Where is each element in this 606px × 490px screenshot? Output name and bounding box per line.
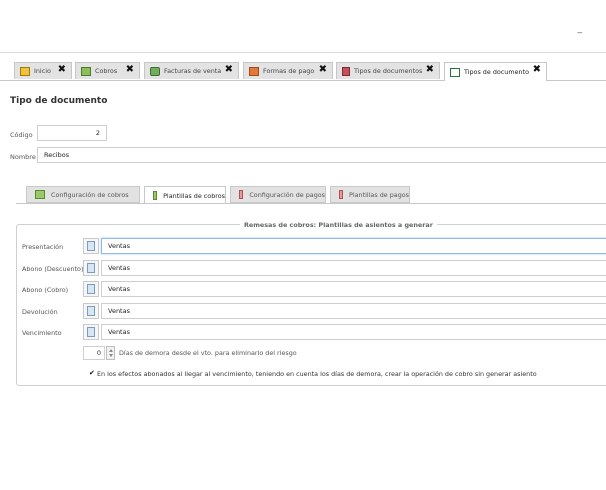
presentacion-label: Presentación bbox=[22, 243, 64, 251]
tab-label: Cobros bbox=[95, 67, 118, 75]
configuracion-pagos-icon bbox=[239, 190, 244, 199]
close-icon[interactable]: ✖ bbox=[426, 64, 434, 75]
tab-label: Inicio bbox=[34, 67, 51, 75]
fieldset-legend: Remesas de cobros: Plantillas de asiento… bbox=[240, 221, 437, 229]
abono-cobro-input[interactable]: Ventas bbox=[101, 281, 606, 297]
page-title: Tipo de documento bbox=[10, 96, 108, 106]
vencimiento-lookup-button[interactable] bbox=[83, 324, 99, 340]
tab-bar: Inicio ✖ Cobros ✖ Facturas de venta ✖ Fo… bbox=[0, 62, 606, 81]
subtab-label: Configuración de cobros bbox=[51, 190, 129, 199]
abono-descuento-lookup-button[interactable] bbox=[83, 260, 99, 276]
devolucion-input[interactable]: Ventas bbox=[101, 303, 606, 319]
tab-tipos-documentos[interactable]: Tipos de documentos ✖ bbox=[336, 62, 440, 79]
dias-demora-spinner[interactable] bbox=[106, 346, 115, 360]
tab-inicio[interactable]: Inicio ✖ bbox=[14, 62, 72, 79]
tipos-documentos-icon bbox=[342, 66, 350, 76]
devolucion-label: Devolución bbox=[22, 308, 58, 316]
formas-pago-icon bbox=[249, 66, 259, 76]
tab-label: Tipos de documentos bbox=[354, 67, 423, 75]
presentacion-lookup-button[interactable] bbox=[83, 238, 99, 254]
tab-label: Formas de pago bbox=[263, 67, 315, 75]
close-icon[interactable]: ✖ bbox=[319, 64, 327, 75]
close-icon[interactable]: ✖ bbox=[58, 64, 66, 75]
tab-cobros[interactable]: Cobros ✖ bbox=[75, 62, 140, 79]
dias-demora-label: Días de demora desde el vto. para elimin… bbox=[119, 349, 297, 357]
cobros-icon bbox=[81, 66, 91, 76]
tab-facturas-venta[interactable]: Facturas de venta ✖ bbox=[144, 62, 239, 79]
document-icon bbox=[87, 263, 95, 273]
codigo-label: Código bbox=[10, 131, 33, 139]
configuracion-cobros-icon bbox=[35, 190, 45, 199]
vencimiento-label: Vencimiento bbox=[22, 329, 62, 337]
window-icon bbox=[450, 67, 460, 77]
nombre-input[interactable]: Recibos bbox=[37, 147, 606, 163]
abono-descuento-input[interactable]: Ventas bbox=[101, 260, 606, 276]
nombre-label: Nombre bbox=[10, 153, 36, 161]
close-icon[interactable]: ✖ bbox=[126, 64, 134, 75]
presentacion-input[interactable]: Ventas bbox=[101, 238, 606, 254]
abono-descuento-label: Abono (Descuento) bbox=[22, 265, 84, 273]
spinner-up-icon[interactable] bbox=[109, 349, 113, 352]
facturas-icon bbox=[150, 66, 160, 76]
tab-label: Facturas de venta bbox=[164, 67, 222, 75]
subtab-label: Plantillas de cobros bbox=[163, 191, 225, 200]
subtab-plantillas-pagos[interactable]: Plantillas de pagos bbox=[330, 186, 410, 203]
minimize-button[interactable]: _ bbox=[578, 24, 583, 34]
document-icon bbox=[87, 327, 95, 337]
crear-cobro-checkbox-label[interactable]: En los efectos abonados al llegar al ven… bbox=[97, 370, 537, 378]
subtab-configuracion-pagos[interactable]: Configuración de pagos bbox=[230, 186, 326, 203]
tab-formas-pago[interactable]: Formas de pago ✖ bbox=[243, 62, 333, 79]
plantillas-cobros-icon bbox=[153, 191, 158, 200]
dias-demora-input[interactable]: 0 bbox=[83, 346, 105, 360]
subtab-configuracion-cobros[interactable]: Configuración de cobros bbox=[26, 186, 140, 203]
plantillas-pagos-icon bbox=[339, 190, 343, 199]
subtab-label: Plantillas de pagos bbox=[349, 190, 409, 199]
document-icon bbox=[87, 284, 95, 294]
top-bar: _ bbox=[0, 0, 606, 53]
abono-cobro-lookup-button[interactable] bbox=[83, 281, 99, 297]
abono-cobro-label: Abono (Cobro) bbox=[22, 286, 69, 294]
codigo-input[interactable]: 2 bbox=[37, 125, 107, 141]
spinner-down-icon[interactable] bbox=[109, 354, 113, 357]
home-icon bbox=[20, 66, 30, 76]
tab-tipos-documento[interactable]: Tipos de documento ✖ bbox=[444, 62, 547, 81]
document-icon bbox=[87, 306, 95, 316]
close-icon[interactable]: ✖ bbox=[225, 64, 233, 75]
subtab-plantillas-cobros[interactable]: Plantillas de cobros bbox=[144, 186, 226, 204]
tab-label: Tipos de documento bbox=[464, 68, 529, 76]
vencimiento-input[interactable]: Ventas bbox=[101, 324, 606, 340]
checkmark-icon[interactable]: ✔ bbox=[89, 369, 95, 377]
document-icon bbox=[87, 241, 95, 251]
subtab-label: Configuración de pagos bbox=[249, 190, 325, 199]
close-icon[interactable]: ✖ bbox=[533, 64, 541, 75]
devolucion-lookup-button[interactable] bbox=[83, 303, 99, 319]
